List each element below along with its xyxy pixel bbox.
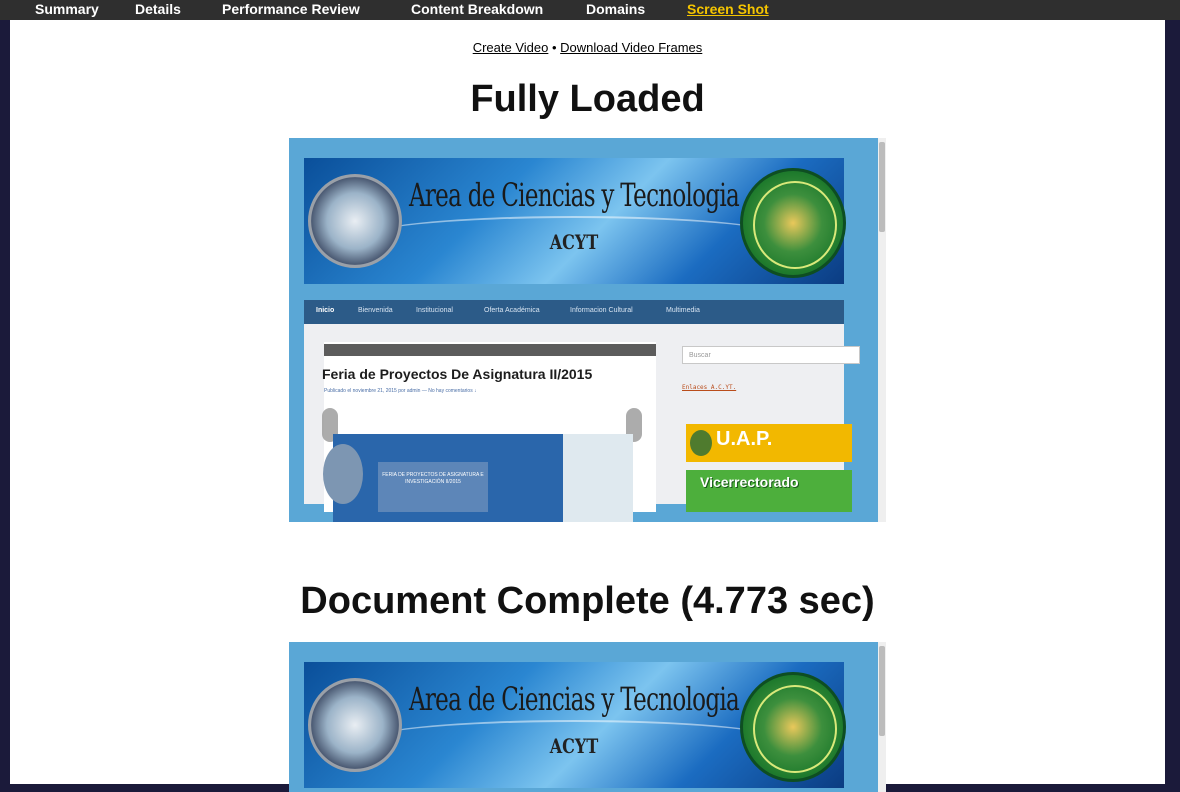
tab-performance-review[interactable]: Performance Review <box>222 0 360 20</box>
banner-title: Area de Ciencias y Tecnologia <box>408 680 740 718</box>
sidebar-heading: Enlaces A.C.YT. <box>682 384 737 391</box>
tab-screen-shot[interactable]: Screen Shot <box>687 0 769 20</box>
banner-subtitle: ACYT <box>549 230 599 254</box>
site-nav-item: Inicio <box>316 307 335 314</box>
video-links: Create Video • Download Video Frames <box>10 40 1165 55</box>
link-separator: • <box>551 40 557 55</box>
uap-banner-text: U.A.P. <box>716 428 773 450</box>
tab-content-breakdown[interactable]: Content Breakdown <box>411 0 543 20</box>
site-nav-item: Informacion Cultural <box>570 307 633 314</box>
vicerrectorado-banner: Vicerrectorado <box>686 470 852 512</box>
tab-details[interactable]: Details <box>135 0 181 20</box>
post-header-bar <box>324 344 656 356</box>
site-nav: Inicio Bienvenida Institucional Oferta A… <box>304 300 844 324</box>
vicerrectorado-text: Vicerrectorado <box>700 474 799 490</box>
document-complete-screenshot: Area de Ciencias y Tecnologia ACYT <box>289 642 886 792</box>
post-slide-image: FERIA DE PROYECTOS DE ASIGNATURA E INVES… <box>323 434 633 522</box>
university-seal-icon <box>740 672 846 782</box>
site-nav-item: Oferta Académica <box>484 307 540 314</box>
site-nav-item: Multimedia <box>666 307 700 314</box>
post-meta: Publicado el noviembre 21, 2015 por admi… <box>324 388 477 394</box>
sidebar-search: Buscar <box>682 346 860 364</box>
download-video-frames-link[interactable]: Download Video Frames <box>560 40 702 55</box>
site-sidebar: Buscar Enlaces A.C.YT. U.A.P. Vicerrecto… <box>676 340 862 512</box>
site-nav-item: Institucional <box>416 307 453 314</box>
create-video-link[interactable]: Create Video <box>473 40 549 55</box>
uap-banner: U.A.P. <box>686 424 852 462</box>
tab-domains[interactable]: Domains <box>586 0 645 20</box>
site-banner: Area de Ciencias y Tecnologia ACYT <box>304 662 846 788</box>
fully-loaded-heading: Fully Loaded <box>470 78 705 120</box>
university-seal-icon <box>740 168 846 278</box>
banner-title: Area de Ciencias y Tecnologia <box>408 176 740 214</box>
banner-subtitle: ACYT <box>549 734 599 758</box>
screenshot-scrollbar <box>878 138 886 522</box>
top-navigation-bar: Summary Details Performance Review Conte… <box>0 0 1180 20</box>
document-complete-heading: Document Complete (4.773 sec) <box>300 580 875 622</box>
post-title: Feria de Proyectos De Asignatura II/2015 <box>322 366 593 382</box>
tab-summary[interactable]: Summary <box>35 0 99 20</box>
site-banner: Area de Ciencias y Tecnologia ACYT <box>304 158 846 284</box>
page-content: Create Video • Download Video Frames Ful… <box>10 20 1165 792</box>
slide-caption: FERIA DE PROYECTOS DE ASIGNATURA E INVES… <box>378 462 488 512</box>
site-nav-item: Bienvenida <box>358 307 393 314</box>
fully-loaded-screenshot: Area de Ciencias y Tecnologia ACYT Inici… <box>289 138 886 522</box>
screenshot-scrollbar <box>878 642 886 792</box>
uap-emblem-icon <box>690 430 712 456</box>
